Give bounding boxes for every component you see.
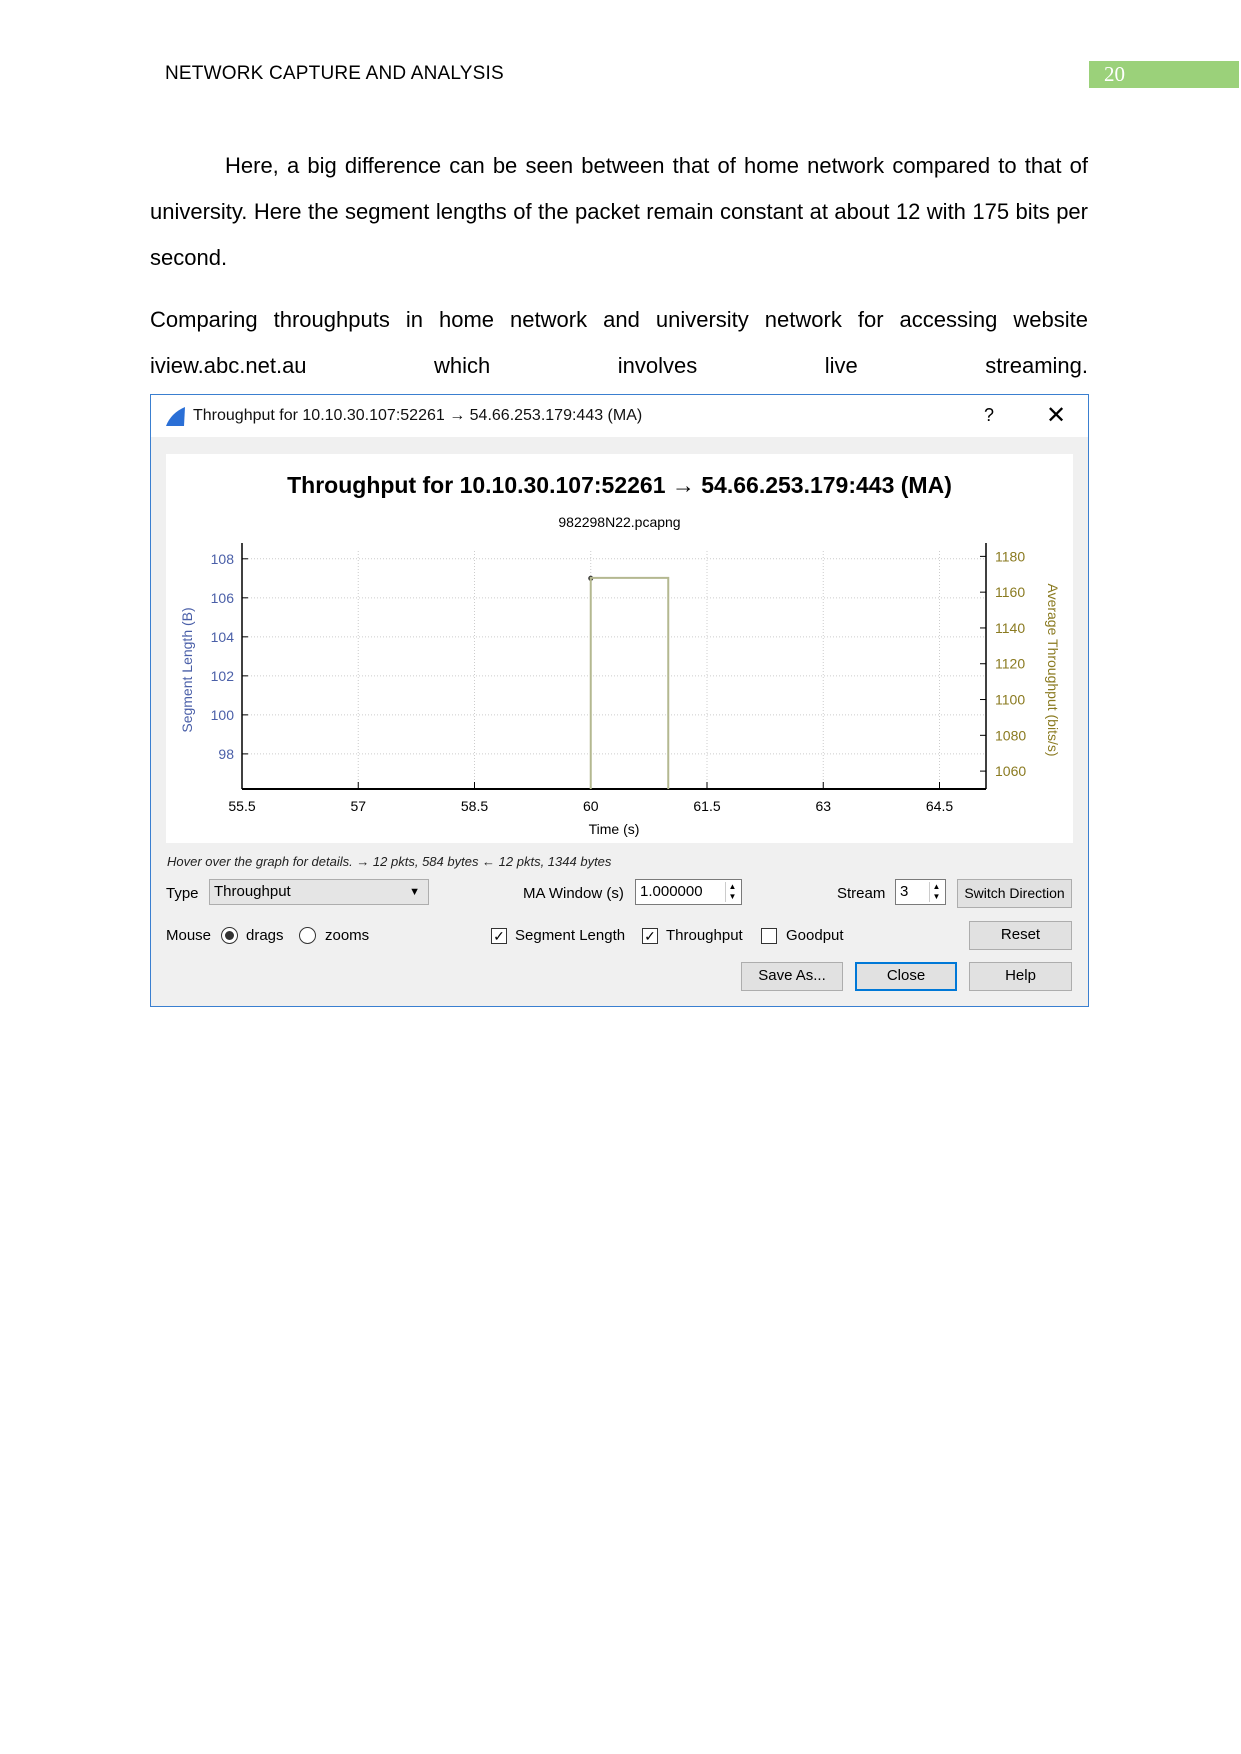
goodput-label: Goodput <box>786 927 844 944</box>
switch-direction-button[interactable]: Switch Direction <box>957 879 1072 908</box>
x-tick-label: 64.5 <box>926 798 953 814</box>
y-right-tick-label: 1160 <box>995 584 1025 600</box>
help-icon[interactable]: ? <box>984 405 994 426</box>
stream-spinbox[interactable]: 3 ▲ ▼ <box>895 879 946 905</box>
wireshark-fin-icon <box>166 407 185 426</box>
x-tick-label: 58.5 <box>461 798 488 814</box>
throughput-label: Throughput <box>666 927 743 944</box>
page-number: 20 <box>1089 61 1239 88</box>
spin-arrows-icon[interactable]: ▲ ▼ <box>929 882 943 902</box>
throughput-checkbox[interactable]: ✓ <box>642 928 658 944</box>
y-right-tick-label: 1060 <box>995 763 1026 779</box>
stream-value: 3 <box>900 883 909 900</box>
x-tick-label: 57 <box>350 798 366 814</box>
segment-length-checkbox[interactable]: ✓ <box>491 928 507 944</box>
y-left-tick-label: 100 <box>211 707 235 723</box>
graph-panel[interactable]: Throughput for 10.10.30.107:52261 → 54.6… <box>166 454 1073 843</box>
x-tick-label: 63 <box>815 798 831 814</box>
y-left-tick-label: 102 <box>211 668 235 684</box>
chevron-down-icon: ▼ <box>409 886 420 898</box>
paragraph: Comparing throughputs in home network an… <box>150 307 1088 378</box>
zooms-radio[interactable] <box>299 927 316 944</box>
save-as-button[interactable]: Save As... <box>741 962 843 991</box>
y-right-tick-label: 1100 <box>995 692 1025 708</box>
ma-window-value: 1.000000 <box>640 883 703 900</box>
y-left-tick-label: 108 <box>211 551 235 567</box>
drags-radio[interactable] <box>221 927 238 944</box>
y-right-axis-label: Average Throughput (bits/s) <box>1045 583 1061 756</box>
drags-label: drags <box>246 927 284 944</box>
reset-button[interactable]: Reset <box>969 921 1072 950</box>
segment-length-label: Segment Length <box>515 927 626 944</box>
type-value: Throughput <box>214 883 291 900</box>
x-tick-label: 60 <box>583 798 599 814</box>
throughput-dialog: Throughput for 10.10.30.107:52261 → 54.6… <box>150 394 1089 1007</box>
ma-window-spinbox[interactable]: 1.000000 ▲ ▼ <box>635 879 742 905</box>
type-dropdown[interactable]: Throughput ▼ <box>209 879 429 905</box>
running-header: NETWORK CAPTURE AND ANALYSIS <box>165 63 504 84</box>
throughput-chart[interactable]: 55.5 57 58.5 60 61.5 63 64.5 108 106 104 102 100 98 1… <box>166 454 1073 843</box>
goodput-checkbox[interactable] <box>761 928 777 944</box>
ma-window-label: MA Window (s) <box>523 885 624 902</box>
y-left-tick-label: 106 <box>211 590 235 606</box>
y-left-tick-label: 98 <box>218 746 234 762</box>
stream-label: Stream <box>837 885 886 902</box>
y-left-tick-label: 104 <box>211 629 235 645</box>
window-title: Throughput for 10.10.30.107:52261 → 54.6… <box>193 407 643 424</box>
type-label: Type <box>166 885 199 902</box>
y-left-axis-label: Segment Length (B) <box>179 607 195 732</box>
y-right-tick-label: 1140 <box>995 620 1025 636</box>
y-right-tick-label: 1180 <box>995 548 1025 564</box>
y-right-tick-label: 1120 <box>995 656 1025 672</box>
help-button[interactable]: Help <box>969 962 1072 991</box>
close-icon[interactable]: ✕ <box>1046 401 1066 430</box>
close-button[interactable]: Close <box>855 962 957 991</box>
y-right-tick-label: 1080 <box>995 727 1026 743</box>
paragraph: Here, a big difference can be seen betwe… <box>150 153 1088 270</box>
throughput-line <box>589 576 670 789</box>
spin-arrows-icon[interactable]: ▲ ▼ <box>725 882 739 902</box>
mouse-label: Mouse <box>166 927 212 944</box>
status-hint: Hover over the graph for details. → 12 p… <box>167 854 612 869</box>
x-tick-label: 61.5 <box>693 798 720 814</box>
title-bar: Throughput for 10.10.30.107:52261 → 54.6… <box>151 395 1088 437</box>
x-tick-label: 55.5 <box>228 798 255 814</box>
x-axis-label: Time (s) <box>589 821 640 837</box>
zooms-label: zooms <box>325 927 370 944</box>
